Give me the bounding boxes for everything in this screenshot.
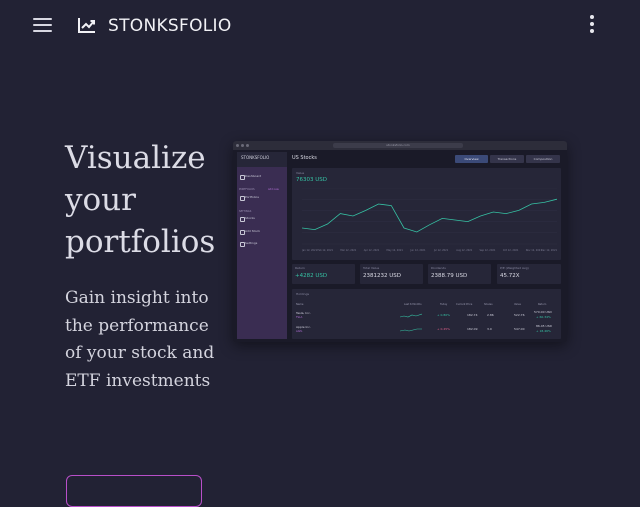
stat-value: 45.72X (500, 273, 520, 279)
preview-nav-section: SETTINGS (239, 210, 252, 213)
hero-title: Visualize your portfolios (65, 140, 216, 260)
browser-bar: stonksfolio.com (233, 141, 567, 150)
holdings-title: Holdings (296, 292, 310, 296)
holding-price: 182.74 (467, 313, 478, 317)
preview-page-title: US Stocks (292, 155, 317, 161)
chart-x-tick-label: Jun 12, 2021 (409, 249, 426, 252)
column-header: Today (440, 303, 448, 306)
holding-return: 86.45 USD (536, 324, 552, 328)
hamburger-menu-icon[interactable] (33, 17, 53, 33)
chart-series-line (302, 198, 557, 233)
chart-x-tick-label: May 12, 2021 (387, 249, 404, 252)
preview-nav-section: PORTFOLIOS (239, 188, 255, 191)
chart-x-tick-label: Nov 12, 2021 (526, 249, 543, 252)
trending-up-icon (78, 18, 95, 33)
column-header: Last 6 Months (404, 303, 422, 306)
preview-sidebar-nav (237, 167, 287, 339)
column-header: Current Price (456, 303, 473, 306)
stat-card-pe: P/E (Weighted Avg) 45.72X (497, 264, 561, 284)
more-vertical-icon[interactable] (588, 14, 596, 34)
stat-label: Dividends (431, 266, 446, 270)
stat-value: 2388.79 USD (431, 273, 468, 279)
stat-card-dividends: Dividends 2388.79 USD (428, 264, 491, 284)
holding-today: + 0.45% (437, 327, 450, 331)
preview-tab-composition: Composition (526, 155, 560, 163)
stat-card-total: Total Value 2381232 USD (360, 264, 423, 284)
hero-subtitle: Gain insight into the performance of you… (65, 288, 215, 391)
preview-nav-item: Dashboard (245, 174, 262, 178)
sparkline (400, 313, 422, 318)
chart-x-tick-label: Oct 12, 2021 (503, 249, 519, 252)
holding-value: 522.76 (514, 313, 525, 317)
column-header: Return (538, 303, 547, 306)
holding-shares: 2.86 (487, 313, 494, 317)
chart-x-tick-label: Feb 12, 2021 (317, 249, 333, 252)
holdings-panel: Holdings Name Last 6 Months Today Curren… (292, 289, 561, 339)
chart-x-tick-label: Sep 12, 2021 (479, 249, 495, 252)
preview-chart-panel: Value 76303 USD Jan 12, 2021 Feb 12, 2021… (292, 168, 561, 260)
holding-return: 570.00 USD (534, 310, 552, 314)
holding-value: 547.00 (514, 327, 525, 331)
preview-nav-action: Add new (268, 188, 279, 191)
column-header: Name (296, 303, 304, 306)
holding-today: + 0.80% (437, 313, 450, 317)
column-header: Shares (484, 303, 493, 306)
preview-tab-overview: Overview (455, 155, 488, 163)
app-header: STONKSFOLIO (0, 0, 640, 52)
holding-ticker: AAPL (296, 330, 303, 333)
stat-card-return: Return +4282 USD (292, 264, 355, 284)
stat-value: +4282 USD (295, 273, 328, 279)
chart-x-tick-label: Apr 12, 2021 (364, 249, 380, 252)
chart-x-tick-label: Aug 12, 2021 (456, 249, 473, 252)
holding-return-pct: + 18.46% (536, 329, 551, 333)
preview-nav-item: Stocks (245, 216, 255, 220)
preview-nav-item: Add Stock (245, 229, 261, 233)
column-header: Value (514, 303, 521, 306)
chart-x-tick-label: Mar 12, 2021 (340, 249, 356, 252)
stat-value: 2381232 USD (363, 273, 401, 279)
preview-nav-item: Portfolios (245, 195, 259, 199)
chart-x-tick-label: Jul 12, 2021 (433, 249, 449, 252)
brand-name[interactable]: STONKSFOLIO (108, 16, 232, 36)
sparkline (400, 328, 422, 332)
holding-ticker: TSLA (296, 316, 303, 319)
holding-return-pct: + 60.34% (536, 315, 551, 319)
chart-label: Value (296, 171, 305, 175)
holding-shares: 3.0 (487, 327, 492, 331)
app-preview-screenshot: stonksfolio.com STONKSFOLIO Dashboard PO… (233, 141, 567, 342)
portfolio-line-chart: Jan 12, 2021 Feb 12, 2021 Mar 12, 2021 Apr … (302, 188, 557, 252)
chart-value: 76303 USD (296, 177, 327, 183)
holding-name: Tesla, Inc. (296, 311, 311, 315)
stat-label: P/E (Weighted Avg) (500, 266, 529, 270)
holding-price: 182.09 (467, 327, 478, 331)
stat-label: Total Value (363, 266, 380, 270)
browser-url: stonksfolio.com (333, 143, 463, 148)
preview-sidebar-brand: STONKSFOLIO (241, 155, 270, 160)
holding-name: Apple Inc. (296, 325, 311, 329)
preview-tab-transactions: Transactions (490, 155, 524, 163)
chart-x-tick-label: Dec 12, 2021 (541, 249, 557, 252)
chart-x-tick-label: Jan 12, 2021 (302, 249, 318, 252)
preview-nav-item: Settings (245, 241, 258, 245)
stat-label: Return (295, 266, 305, 270)
